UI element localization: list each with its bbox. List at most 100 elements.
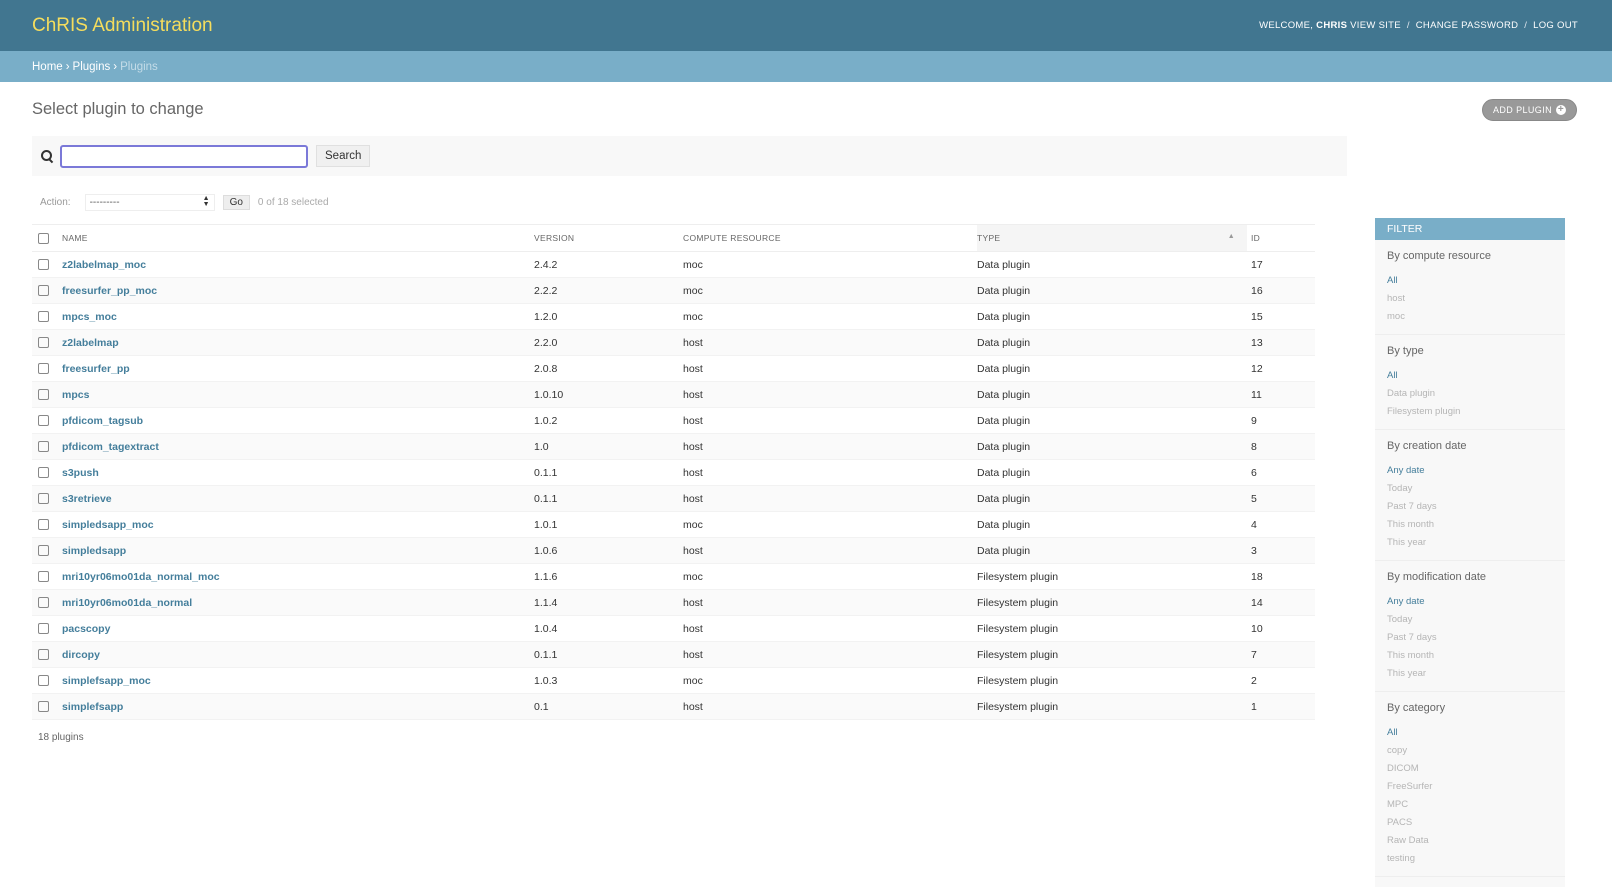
- plugin-name-link[interactable]: z2labelmap_moc: [62, 259, 146, 271]
- row-select-cell: [32, 251, 62, 278]
- column-header-id[interactable]: ID: [1247, 224, 1315, 252]
- plugin-name-link[interactable]: simplefsapp_moc: [62, 675, 151, 687]
- filter-option[interactable]: Past 7 days: [1387, 498, 1553, 516]
- plugin-name-link[interactable]: s3retrieve: [62, 493, 112, 505]
- row-select-cell: [32, 433, 62, 460]
- filter-option[interactable]: This year: [1387, 534, 1553, 552]
- plugin-type: Filesystem plugin: [977, 563, 1247, 590]
- row-checkbox[interactable]: [38, 571, 49, 583]
- filter-option[interactable]: All: [1387, 724, 1553, 742]
- plugin-type: Filesystem plugin: [977, 589, 1247, 616]
- column-header-version[interactable]: Version: [534, 224, 683, 252]
- row-checkbox[interactable]: [38, 441, 49, 453]
- filter-option[interactable]: Today: [1387, 611, 1553, 629]
- breadcrumb-plugins[interactable]: Plugins: [73, 61, 111, 73]
- filter-option[interactable]: This year: [1387, 665, 1553, 683]
- row-select-cell: [32, 381, 62, 408]
- row-checkbox[interactable]: [38, 701, 49, 713]
- plugin-name-cell: simpledsapp: [62, 537, 534, 564]
- plugin-id: 6: [1247, 459, 1315, 486]
- plugin-id: 11: [1247, 381, 1315, 408]
- plugin-name-link[interactable]: freesurfer_pp: [62, 363, 130, 375]
- filter-option[interactable]: host: [1387, 290, 1553, 308]
- result-count: 18 plugins: [38, 732, 84, 743]
- filter-option[interactable]: testing: [1387, 850, 1553, 868]
- plugin-name-link[interactable]: simpledsapp: [62, 545, 126, 557]
- filter-option[interactable]: This month: [1387, 647, 1553, 665]
- column-header-type[interactable]: Type ▲: [977, 224, 1247, 252]
- filter-option[interactable]: DICOM: [1387, 760, 1553, 778]
- plugin-name-cell: pfdicom_tagextract: [62, 433, 534, 460]
- plugin-name-link[interactable]: pfdicom_tagextract: [62, 441, 159, 453]
- plugin-name-link[interactable]: simplefsapp: [62, 701, 123, 713]
- row-checkbox[interactable]: [38, 389, 49, 401]
- filter-section: By compute resource All host moc: [1375, 240, 1565, 335]
- row-checkbox[interactable]: [38, 519, 49, 531]
- change-password-link[interactable]: Change password: [1416, 20, 1519, 31]
- select-all-checkbox[interactable]: [38, 232, 49, 244]
- filter-option[interactable]: All: [1387, 367, 1553, 385]
- row-checkbox[interactable]: [38, 259, 49, 271]
- filter-option[interactable]: PACS: [1387, 814, 1553, 832]
- search-button[interactable]: Search: [316, 145, 371, 167]
- plugin-compute-resource: moc: [683, 277, 977, 304]
- plugin-name-link[interactable]: mri10yr06mo01da_normal: [62, 597, 192, 609]
- table-row: dircopy 0.1.1 host Filesystem plugin 7: [32, 641, 1315, 668]
- plugin-name-link[interactable]: dircopy: [62, 649, 100, 661]
- table-row: mpcs_moc 1.2.0 moc Data plugin 15: [32, 303, 1315, 330]
- row-checkbox[interactable]: [38, 285, 49, 297]
- filter-option[interactable]: Raw Data: [1387, 832, 1553, 850]
- column-header-compute-resource[interactable]: Compute resource: [683, 224, 977, 252]
- row-checkbox[interactable]: [38, 337, 49, 349]
- breadcrumb-home[interactable]: Home: [32, 61, 63, 73]
- plugin-id: 12: [1247, 355, 1315, 382]
- plugin-type: Filesystem plugin: [977, 693, 1247, 720]
- row-checkbox[interactable]: [38, 597, 49, 609]
- filter-option[interactable]: FreeSurfer: [1387, 778, 1553, 796]
- filter-option[interactable]: Filesystem plugin: [1387, 403, 1553, 421]
- plugin-name-link[interactable]: z2labelmap: [62, 337, 119, 349]
- plugin-compute-resource: moc: [683, 511, 977, 538]
- row-checkbox[interactable]: [38, 545, 49, 557]
- plugin-name-link[interactable]: mpcs: [62, 389, 89, 401]
- plugin-name-link[interactable]: freesurfer_pp_moc: [62, 285, 157, 297]
- row-checkbox[interactable]: [38, 649, 49, 661]
- column-header-name[interactable]: Name: [62, 224, 534, 252]
- row-checkbox[interactable]: [38, 467, 49, 479]
- filter-option[interactable]: moc: [1387, 308, 1553, 326]
- row-checkbox[interactable]: [38, 493, 49, 505]
- row-checkbox[interactable]: [38, 675, 49, 687]
- filter-option[interactable]: All: [1387, 272, 1553, 290]
- plugin-name-link[interactable]: pacscopy: [62, 623, 110, 635]
- go-button[interactable]: Go: [222, 194, 250, 210]
- filter-option[interactable]: Data plugin: [1387, 385, 1553, 403]
- row-select-cell: [32, 485, 62, 512]
- row-select-cell: [32, 693, 62, 720]
- row-select-cell: [32, 459, 62, 486]
- log-out-link[interactable]: Log out: [1533, 20, 1578, 31]
- plugin-name-link[interactable]: s3push: [62, 467, 99, 479]
- sort-ascending-icon[interactable]: ▲: [1228, 233, 1235, 240]
- filter-option[interactable]: This month: [1387, 516, 1553, 534]
- row-checkbox[interactable]: [38, 311, 49, 323]
- plugin-id: 15: [1247, 303, 1315, 330]
- plugin-name-cell: simpledsapp_moc: [62, 511, 534, 538]
- filter-option[interactable]: Past 7 days: [1387, 629, 1553, 647]
- plugin-name-link[interactable]: mri10yr06mo01da_normal_moc: [62, 571, 220, 583]
- add-plugin-button[interactable]: Add plugin +: [1481, 99, 1577, 121]
- action-select[interactable]: --------- ▲ ▼: [84, 193, 215, 211]
- filter-option[interactable]: copy: [1387, 742, 1553, 760]
- site-title[interactable]: ChRIS Administration: [32, 15, 213, 37]
- plugin-name-link[interactable]: mpcs_moc: [62, 311, 117, 323]
- filter-option[interactable]: Any date: [1387, 593, 1553, 611]
- filter-option[interactable]: Today: [1387, 480, 1553, 498]
- search-input[interactable]: [60, 144, 308, 168]
- view-site-link[interactable]: View site: [1350, 20, 1401, 31]
- plugin-name-link[interactable]: pfdicom_tagsub: [62, 415, 143, 427]
- row-checkbox[interactable]: [38, 363, 49, 375]
- plugin-name-link[interactable]: simpledsapp_moc: [62, 519, 154, 531]
- row-checkbox[interactable]: [38, 623, 49, 635]
- filter-option[interactable]: MPC: [1387, 796, 1553, 814]
- filter-option[interactable]: Any date: [1387, 462, 1553, 480]
- row-checkbox[interactable]: [38, 415, 49, 427]
